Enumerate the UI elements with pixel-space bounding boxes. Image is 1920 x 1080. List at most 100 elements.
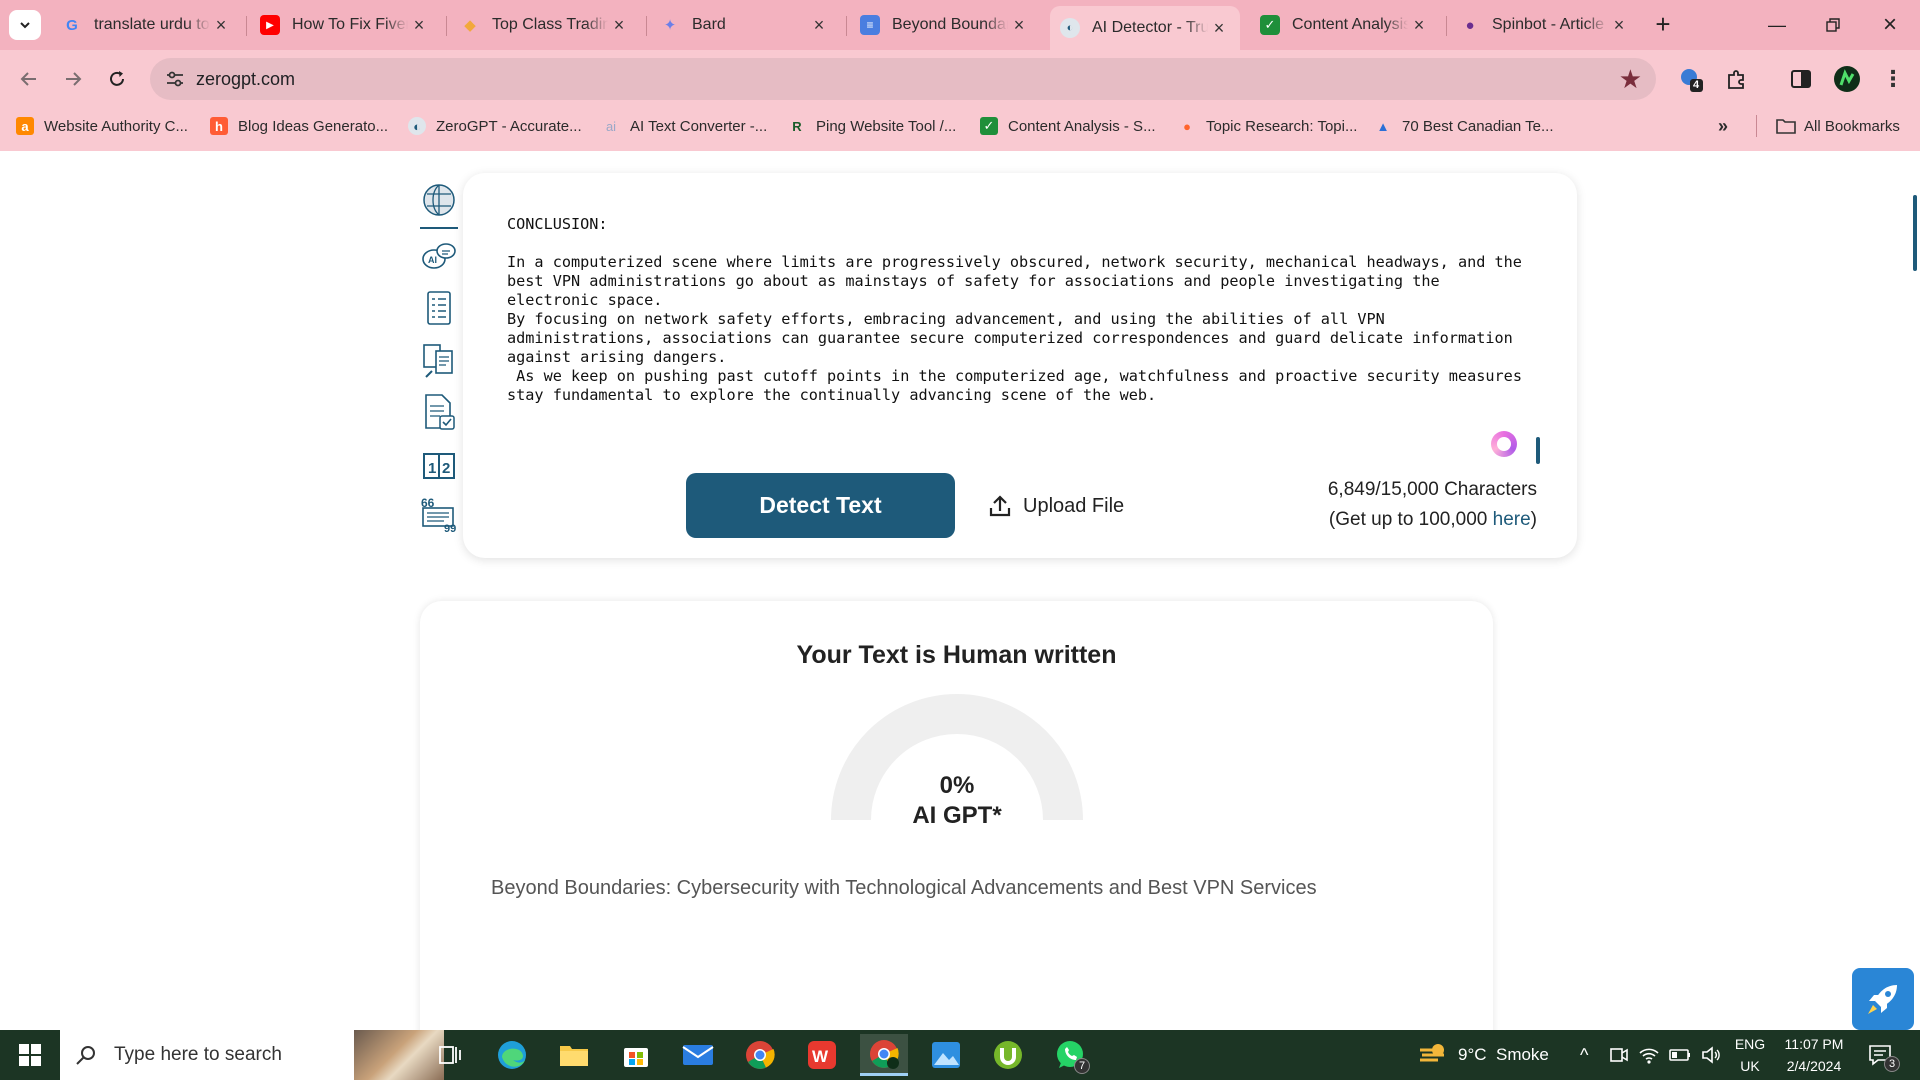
text-input-area[interactable]: CONCLUSION: In a computerized scene wher… [507, 215, 1537, 405]
restore-button[interactable] [1813, 10, 1853, 40]
bookmark-item[interactable]: ● Topic Research: Topi... [1178, 114, 1357, 138]
detect-text-button[interactable]: Detect Text [686, 473, 955, 538]
tool-grammar-check[interactable] [418, 391, 460, 433]
all-bookmarks-label: All Bookmarks [1804, 117, 1900, 135]
document-edit-icon [423, 344, 453, 378]
close-icon[interactable]: × [608, 14, 630, 36]
forward-button[interactable] [56, 62, 90, 96]
tab-spinbot[interactable]: ● Spinbot - Article × [1450, 8, 1640, 42]
extension-badge: 4 [1693, 79, 1700, 91]
weather-widget[interactable]: 9°C Smoke [1418, 1030, 1549, 1080]
bookmark-item[interactable]: h Blog Ideas Generato... [210, 114, 388, 138]
close-window-button[interactable]: × [1870, 10, 1910, 40]
mail-icon [682, 1045, 714, 1065]
upgrade-here-link[interactable]: here [1493, 509, 1531, 530]
page-content: AI 12 66 99 CONCLUSION: In a computerized… [0, 151, 1920, 1030]
site-settings-icon[interactable] [164, 68, 186, 90]
notification-center-button[interactable]: 3 [1868, 1030, 1900, 1080]
close-icon[interactable]: × [1408, 14, 1430, 36]
close-icon[interactable]: × [408, 14, 430, 36]
chrome-profile-app[interactable] [860, 1034, 908, 1076]
chrome-icon [746, 1041, 775, 1069]
minimize-button[interactable]: — [1757, 10, 1797, 40]
taskbar-search[interactable]: Type here to search [60, 1030, 444, 1080]
start-button[interactable] [0, 1030, 60, 1080]
side-panel-button[interactable] [1786, 64, 1816, 94]
tab-separator [646, 16, 647, 36]
tool-paraphraser[interactable] [418, 339, 460, 381]
upload-file-button[interactable]: Upload File [987, 489, 1124, 523]
all-bookmarks-button[interactable]: All Bookmarks [1776, 114, 1900, 138]
hubspot-icon: h [210, 117, 228, 135]
tab-trading[interactable]: ◆ Top Class Trading × [450, 8, 640, 42]
arrow-right-icon [66, 72, 82, 86]
extension-button[interactable]: 4 [1676, 64, 1706, 94]
tool-ai-detector[interactable] [418, 179, 460, 221]
chrome-app[interactable] [736, 1034, 784, 1076]
tab-content-analysis[interactable]: ✓ Content Analysis × [1250, 8, 1440, 42]
tab-ai-detector[interactable]: ◐ AI Detector - Tru × [1050, 6, 1240, 50]
reload-button[interactable] [100, 62, 134, 96]
tab-title: Beyond Boundar [892, 16, 1008, 33]
bookmarks-overflow-button[interactable]: » [1718, 114, 1728, 138]
task-view-icon [439, 1046, 461, 1064]
task-view-button[interactable] [426, 1034, 474, 1076]
input-language-button[interactable]: ENG UK [1732, 1030, 1768, 1080]
ai-gpt-label: AI GPT* [912, 802, 1002, 829]
tab-docs[interactable]: ≡ Beyond Boundar × [850, 8, 1040, 42]
edge-app[interactable] [488, 1034, 536, 1076]
tab-separator [1446, 16, 1447, 36]
boost-launcher-button[interactable] [1852, 968, 1914, 1030]
bookmark-item[interactable]: ai AI Text Converter -... [602, 114, 767, 138]
result-title: Your Text is Human written [796, 641, 1117, 669]
tab-fiverr[interactable]: ▶ How To Fix Fiverr × [250, 8, 440, 42]
browser-toolbar: zerogpt.com ★ 4 ⋮ [0, 50, 1920, 108]
side-panel-icon [1791, 70, 1811, 88]
bookmark-star-icon[interactable]: ★ [1619, 64, 1642, 95]
tab-bard[interactable]: ✦ Bard × [650, 8, 840, 42]
svg-text:AI: AI [428, 255, 437, 265]
system-tray-icons[interactable] [1608, 1030, 1722, 1080]
chevron-up-icon: ^ [1580, 1044, 1589, 1065]
whatsapp-app[interactable]: 7 [1046, 1034, 1094, 1076]
wps-office-app[interactable]: W [798, 1034, 846, 1076]
file-explorer-app[interactable] [550, 1034, 598, 1076]
tab-translate[interactable]: G translate urdu to × [52, 8, 242, 42]
clock[interactable]: 11:07 PM 2/4/2024 [1776, 1030, 1852, 1080]
close-icon[interactable]: × [808, 14, 830, 36]
puzzle-icon [1728, 70, 1744, 89]
language-code: ENG [1734, 1036, 1766, 1052]
upgrade-suffix: ) [1530, 509, 1537, 530]
store-app[interactable] [612, 1034, 660, 1076]
bookmarks-bar: a Website Authority C... h Blog Ideas Ge… [0, 108, 1920, 142]
tool-word-counter[interactable]: 12 [418, 445, 460, 487]
chrome-profile-icon [870, 1039, 899, 1069]
close-icon[interactable]: × [210, 14, 232, 36]
utorrent-app[interactable] [984, 1034, 1032, 1076]
close-icon[interactable]: × [1008, 14, 1030, 36]
svg-text:1: 1 [428, 460, 436, 477]
tool-summarizer[interactable] [418, 287, 460, 329]
close-icon[interactable]: × [1608, 14, 1630, 36]
photos-app[interactable] [922, 1034, 970, 1076]
bookmark-item[interactable]: a Website Authority C... [16, 114, 188, 138]
tool-ai-chat[interactable]: AI [418, 237, 460, 279]
address-bar[interactable]: zerogpt.com ★ [150, 58, 1656, 100]
tool-citation[interactable]: 66 99 [418, 493, 460, 535]
tab-title: Bard [692, 16, 726, 33]
close-icon[interactable]: × [1208, 17, 1230, 39]
new-tab-button[interactable]: + [1650, 11, 1676, 38]
back-button[interactable] [12, 62, 46, 96]
browser-menu-button[interactable]: ⋮ [1878, 64, 1908, 94]
bookmark-item[interactable]: R Ping Website Tool /... [788, 114, 956, 138]
page-scrollbar-thumb[interactable] [1913, 195, 1917, 271]
profile-avatar[interactable] [1832, 64, 1862, 94]
extensions-button[interactable] [1722, 64, 1752, 94]
file-explorer-icon [560, 1046, 588, 1066]
bookmark-item[interactable]: ◐ ZeroGPT - Accurate... [408, 114, 582, 138]
bookmark-item[interactable]: ▲ 70 Best Canadian Te... [1374, 114, 1554, 138]
bookmark-item[interactable]: ✓ Content Analysis - S... [980, 114, 1156, 138]
show-hidden-icons-button[interactable]: ^ [1580, 1030, 1588, 1080]
mail-app[interactable] [674, 1034, 722, 1076]
tab-search-button[interactable] [9, 10, 41, 40]
